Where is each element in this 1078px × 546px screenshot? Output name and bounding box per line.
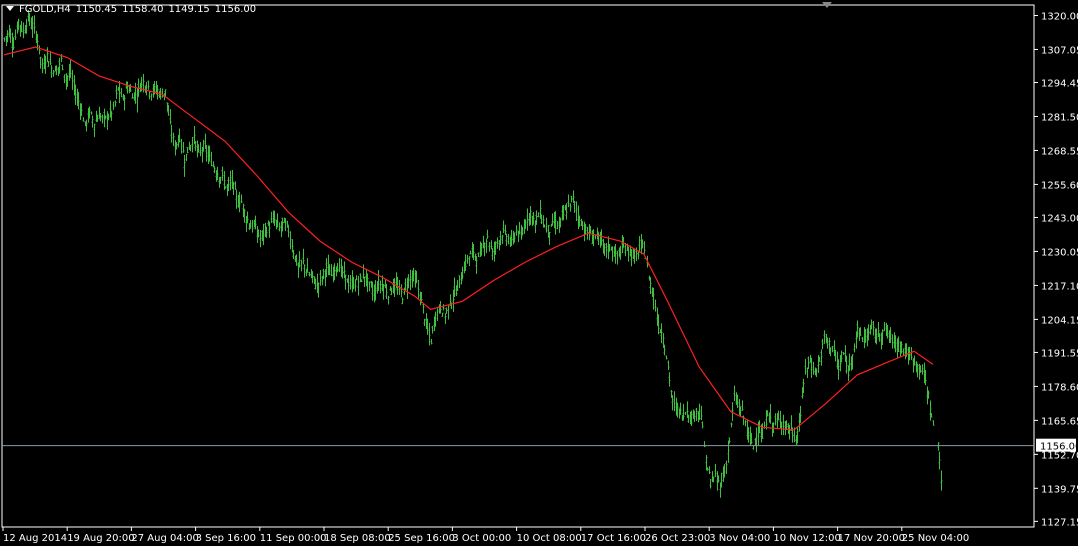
price-chart[interactable]: 1320.00 1307.05 1294.45 1281.50 1268.55 1255.… bbox=[0, 0, 1078, 546]
y-tick-label: 1127.15 bbox=[1041, 517, 1078, 528]
y-tick-label: 1243.00 bbox=[1041, 213, 1078, 224]
x-tick-label: 3 Oct 00:00 bbox=[452, 533, 511, 544]
y-tick-label: 1204.15 bbox=[1041, 315, 1078, 326]
x-tick-label: 18 Sep 08:00 bbox=[324, 533, 391, 544]
moving-average-line bbox=[3, 46, 934, 431]
y-tick-label: 1165.65 bbox=[1041, 416, 1078, 427]
x-tick-label: 25 Sep 16:00 bbox=[388, 533, 455, 544]
chart-header: FGOLD,H4 1150.45 1158.40 1149.15 1156.00 bbox=[6, 4, 261, 15]
x-tick-label: 17 Oct 16:00 bbox=[581, 533, 646, 544]
low-value: 1149.15 bbox=[168, 4, 210, 15]
y-tick-label: 1255.60 bbox=[1041, 180, 1078, 191]
y-tick-label: 1268.55 bbox=[1041, 146, 1078, 157]
y-tick-label: 1307.05 bbox=[1041, 45, 1078, 56]
high-value: 1158.40 bbox=[122, 4, 164, 15]
x-tick-label: 10 Oct 08:00 bbox=[517, 533, 582, 544]
x-tick-label: 3 Sep 16:00 bbox=[196, 533, 256, 544]
dropdown-triangle-icon[interactable] bbox=[6, 6, 14, 11]
bid-price-label: 1156.00 bbox=[1040, 442, 1078, 453]
x-tick-label: 17 Nov 20:00 bbox=[838, 533, 905, 544]
y-tick-label: 1281.50 bbox=[1041, 112, 1078, 123]
close-value: 1156.00 bbox=[214, 4, 257, 15]
x-tick-label: 26 Oct 23:00 bbox=[645, 533, 710, 544]
y-tick-label: 1178.60 bbox=[1041, 382, 1078, 393]
y-tick-label: 1320.00 bbox=[1041, 11, 1078, 22]
y-tick-label: 1191.55 bbox=[1041, 348, 1078, 359]
open-value: 1150.45 bbox=[75, 4, 118, 15]
symbol-label: FGOLD,H4 bbox=[19, 4, 71, 15]
x-tick-label: 10 Nov 12:00 bbox=[773, 533, 840, 544]
chart-shift-marker-icon[interactable] bbox=[822, 2, 832, 8]
y-tick-label: 1139.75 bbox=[1041, 484, 1078, 495]
x-tick-label: 27 Aug 04:00 bbox=[131, 533, 198, 544]
y-tick-label: 1294.45 bbox=[1041, 79, 1078, 90]
y-tick-label: 1230.05 bbox=[1041, 247, 1078, 258]
y-tick-label: 1217.10 bbox=[1041, 281, 1078, 292]
x-tick-label: 12 Aug 2014 bbox=[3, 533, 67, 544]
x-tick-label: 25 Nov 04:00 bbox=[902, 533, 969, 544]
x-tick-label: 19 Aug 20:00 bbox=[67, 533, 134, 544]
x-tick-label: 11 Sep 00:00 bbox=[260, 533, 327, 544]
x-tick-label: 3 Nov 04:00 bbox=[709, 533, 770, 544]
